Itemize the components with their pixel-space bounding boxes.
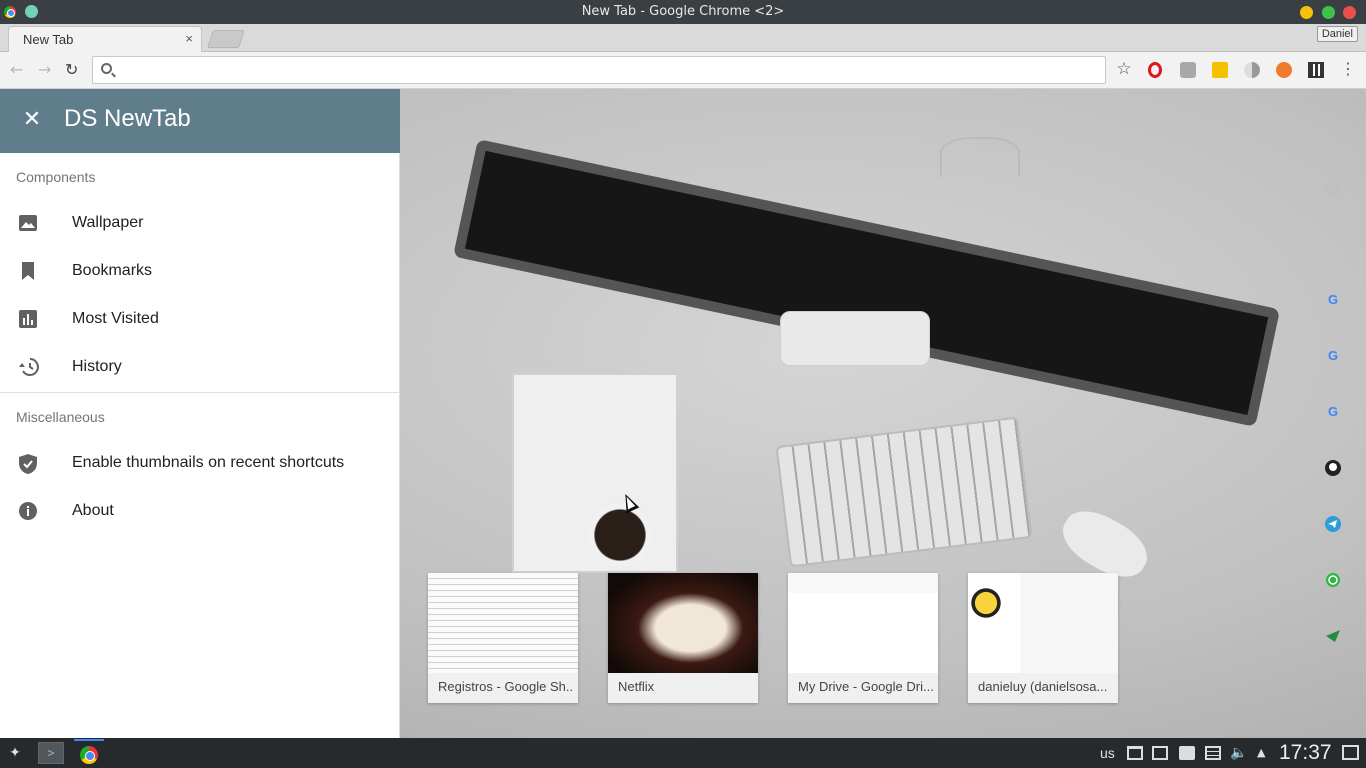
recent-shortcut-tile[interactable]: My Drive - Google Dri...	[788, 573, 938, 703]
star-icon[interactable]: ★	[1324, 235, 1342, 253]
drawer-item-label: Most Visited	[72, 310, 159, 327]
section-header-components: Components	[16, 169, 96, 185]
github-icon[interactable]	[1324, 459, 1342, 477]
yellow-ext-icon[interactable]	[1212, 62, 1228, 78]
maximize-button[interactable]	[1322, 6, 1335, 19]
window-titlebar: New Tab - Google Chrome <2>	[0, 0, 1366, 24]
wallpaper-monitor-stand	[780, 311, 930, 366]
thumbnail-image	[428, 573, 578, 673]
qr-code-icon[interactable]	[1308, 62, 1324, 78]
google-icon[interactable]: G	[1324, 291, 1342, 309]
google-icon[interactable]: G	[1324, 403, 1342, 421]
whatsapp-icon[interactable]	[1324, 571, 1342, 589]
omnibox-input[interactable]	[121, 61, 1081, 79]
terminal-taskbar-button[interactable]: >	[38, 742, 64, 764]
show-desktop-icon[interactable]	[1342, 745, 1359, 760]
thumbnail-caption: Registros - Google Sh...	[438, 679, 574, 694]
search-icon	[101, 63, 112, 74]
volume-icon[interactable]: 🔈	[1230, 746, 1247, 760]
drawer-item-label: Enable thumbnails on recent shortcuts	[72, 454, 345, 471]
network-icon[interactable]	[1127, 746, 1143, 760]
opera-icon[interactable]	[1148, 62, 1162, 78]
drawer-item-most-visited[interactable]: Most Visited	[0, 296, 400, 344]
thumbnail-image	[968, 573, 1118, 673]
browser-toolbar: ← → ↻ ☆ ⋮	[0, 52, 1366, 89]
recent-shortcut-tile[interactable]: Netflix	[608, 573, 758, 703]
settings-drawer: ✕ DS NewTab Components Wallpaper Bookmar…	[0, 89, 400, 738]
omnibox[interactable]	[92, 56, 1106, 84]
wallpaper-coffee-cup	[588, 503, 652, 567]
info-icon	[18, 501, 38, 523]
printer-icon[interactable]	[1179, 746, 1195, 760]
drawer-header: ✕ DS NewTab	[0, 89, 400, 153]
back-button[interactable]: ←	[10, 61, 23, 79]
thumbnail-image	[608, 573, 758, 673]
wallpaper-keyboard	[775, 416, 1033, 568]
history-icon	[18, 357, 39, 379]
profile-button[interactable]: Daniel	[1316, 26, 1358, 42]
drawer-item-label: Wallpaper	[72, 214, 144, 231]
window-title: New Tab - Google Chrome <2>	[581, 4, 785, 19]
clock[interactable]: 17:37	[1279, 741, 1332, 765]
tab-new-tab[interactable]: New Tab ×	[8, 26, 202, 52]
forward-button[interactable]: →	[38, 61, 51, 79]
bookmark-star-icon[interactable]: ☆	[1116, 61, 1132, 78]
close-icon[interactable]: ✕	[20, 107, 44, 133]
tab-close-icon[interactable]: ×	[185, 31, 193, 46]
drawer-item-wallpaper[interactable]: Wallpaper	[0, 200, 400, 248]
close-window-button[interactable]	[1343, 6, 1356, 19]
bar-chart-icon	[18, 309, 38, 331]
reload-button[interactable]: ↻	[65, 61, 78, 79]
telegram-icon[interactable]	[1324, 515, 1342, 533]
tray-expand-icon[interactable]: ▲	[1257, 746, 1273, 760]
drawer-item-about[interactable]: About	[0, 488, 400, 536]
thumbnail-image	[788, 573, 938, 673]
orange-ext-icon[interactable]	[1276, 62, 1292, 78]
section-divider	[0, 392, 400, 393]
drawer-item-label: Bookmarks	[72, 262, 153, 279]
new-tab-button[interactable]	[207, 30, 245, 48]
chrome-menu-icon[interactable]: ⋮	[1340, 61, 1356, 77]
send-icon[interactable]	[1324, 627, 1342, 645]
image-icon	[18, 213, 38, 235]
drawer-title: DS NewTab	[64, 105, 191, 132]
minimize-button[interactable]	[1300, 6, 1313, 19]
google-icon[interactable]: G	[1324, 347, 1342, 365]
recent-shortcut-tile[interactable]: Registros - Google Sh...	[428, 573, 578, 703]
wallpaper-earphones	[940, 137, 1020, 177]
battery-icon[interactable]	[1152, 746, 1168, 760]
clipboard-icon[interactable]	[1205, 746, 1221, 760]
app-launcher-icon[interactable]: ✦	[6, 745, 24, 761]
shield-check-icon	[18, 453, 38, 475]
drawer-item-enable-thumbnails[interactable]: Enable thumbnails on recent shortcuts	[0, 440, 400, 488]
system-taskbar: ✦ > us 🔈 ▲ 17:37	[0, 738, 1366, 768]
thumbnail-caption: Netflix	[618, 679, 655, 694]
page-content: ★ G G G Registros - Google Sh... Netflix…	[0, 89, 1366, 738]
section-header-miscellaneous: Miscellaneous	[16, 409, 105, 425]
thumbnail-caption: danieluy (danielsosa...	[978, 679, 1108, 694]
tab-title: New Tab	[23, 32, 74, 47]
react-icon[interactable]	[1180, 62, 1196, 78]
chrome-taskbar-button[interactable]	[74, 739, 104, 768]
square-icon[interactable]	[1326, 182, 1340, 196]
drawer-item-label: History	[72, 358, 122, 375]
drawer-item-bookmarks[interactable]: Bookmarks	[0, 248, 400, 296]
bookmark-icon	[18, 261, 38, 283]
moon-icon[interactable]	[1244, 62, 1260, 78]
drawer-item-label: About	[72, 502, 114, 519]
drawer-item-history[interactable]: History	[0, 344, 400, 392]
tab-strip: New Tab × Daniel	[0, 24, 1366, 52]
thumbnail-caption: My Drive - Google Dri...	[798, 679, 934, 694]
recent-shortcut-tile[interactable]: danieluy (danielsosa...	[968, 573, 1118, 703]
keyboard-layout-indicator[interactable]: us	[1100, 745, 1115, 761]
